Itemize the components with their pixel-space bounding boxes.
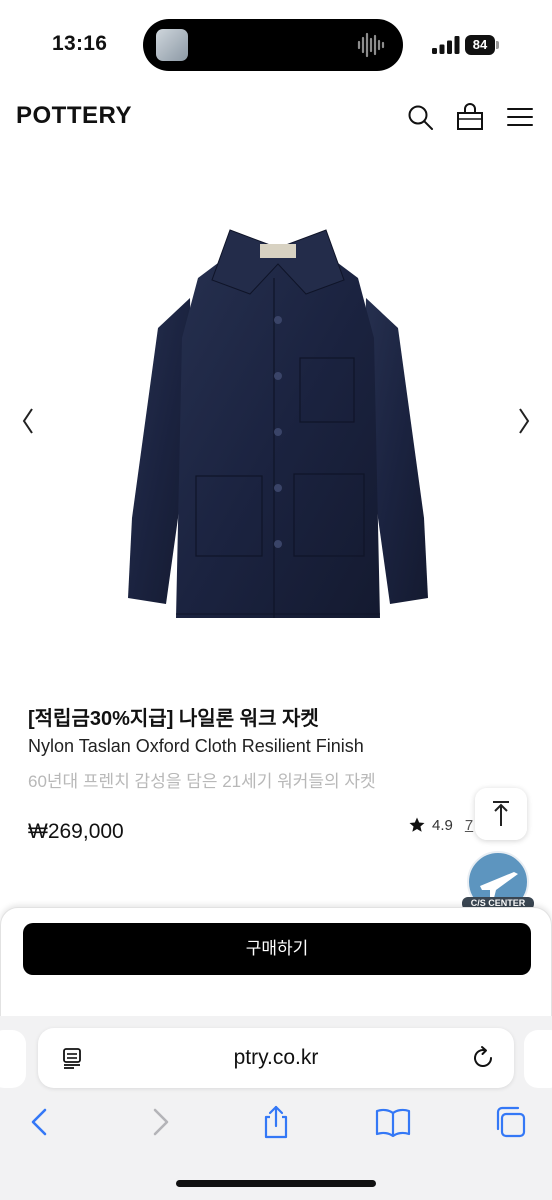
product-image (128, 229, 428, 618)
buy-button[interactable]: 구매하기 (23, 923, 531, 975)
product-rating[interactable]: 4.9 7 (408, 816, 473, 834)
purchase-sheet: 구매하기 (0, 907, 552, 1022)
home-indicator (176, 1180, 376, 1187)
next-tab-peek[interactable] (524, 1030, 552, 1088)
tabs-icon[interactable] (492, 1104, 528, 1140)
share-icon[interactable] (258, 1104, 294, 1140)
back-icon[interactable] (22, 1104, 58, 1140)
product-subtitle: Nylon Taslan Oxford Cloth Resilient Fini… (28, 736, 364, 756)
menu-icon[interactable] (505, 102, 535, 132)
rating-value: 4.9 (432, 816, 453, 834)
site-logo[interactable]: POTTERY (16, 102, 132, 130)
product-title: [적립금30%지급] 나일론 워크 자켓 (28, 708, 319, 730)
previous-tab-peek[interactable] (0, 1030, 26, 1088)
browser-toolbar: ptry.co.kr (0, 1016, 552, 1200)
product-description: 60년대 프렌치 감성을 담은 21세기 워커들의 자켓 (28, 772, 376, 791)
address-bar[interactable]: ptry.co.kr (38, 1028, 514, 1088)
reader-icon[interactable] (60, 1046, 84, 1070)
chevron-right-icon[interactable] (512, 403, 536, 439)
search-icon[interactable] (405, 102, 435, 132)
scroll-top-button[interactable] (475, 788, 527, 840)
product-gallery[interactable] (0, 148, 552, 688)
product-price: ₩269,000 (28, 820, 124, 843)
forward-icon[interactable] (142, 1104, 178, 1140)
star-icon (409, 817, 425, 832)
battery-icon: 84 (465, 35, 501, 55)
chevron-left-icon[interactable] (16, 403, 40, 439)
dynamic-island (143, 19, 403, 71)
address-url[interactable]: ptry.co.kr (38, 1028, 514, 1088)
signal-icon (432, 36, 460, 54)
shopping-bag-icon[interactable] (455, 102, 485, 132)
status-bar: 13:16 84 (0, 0, 552, 90)
audio-wave-icon (357, 32, 385, 58)
review-count[interactable]: 7 (465, 817, 473, 834)
scroll-top-icon (493, 801, 509, 826)
reload-icon[interactable] (470, 1045, 496, 1071)
bookmarks-icon[interactable] (375, 1104, 411, 1140)
site-header: POTTERY (0, 90, 552, 144)
status-time: 13:16 (52, 32, 108, 55)
now-playing-artwork (156, 29, 188, 61)
battery-level: 84 (465, 35, 495, 55)
